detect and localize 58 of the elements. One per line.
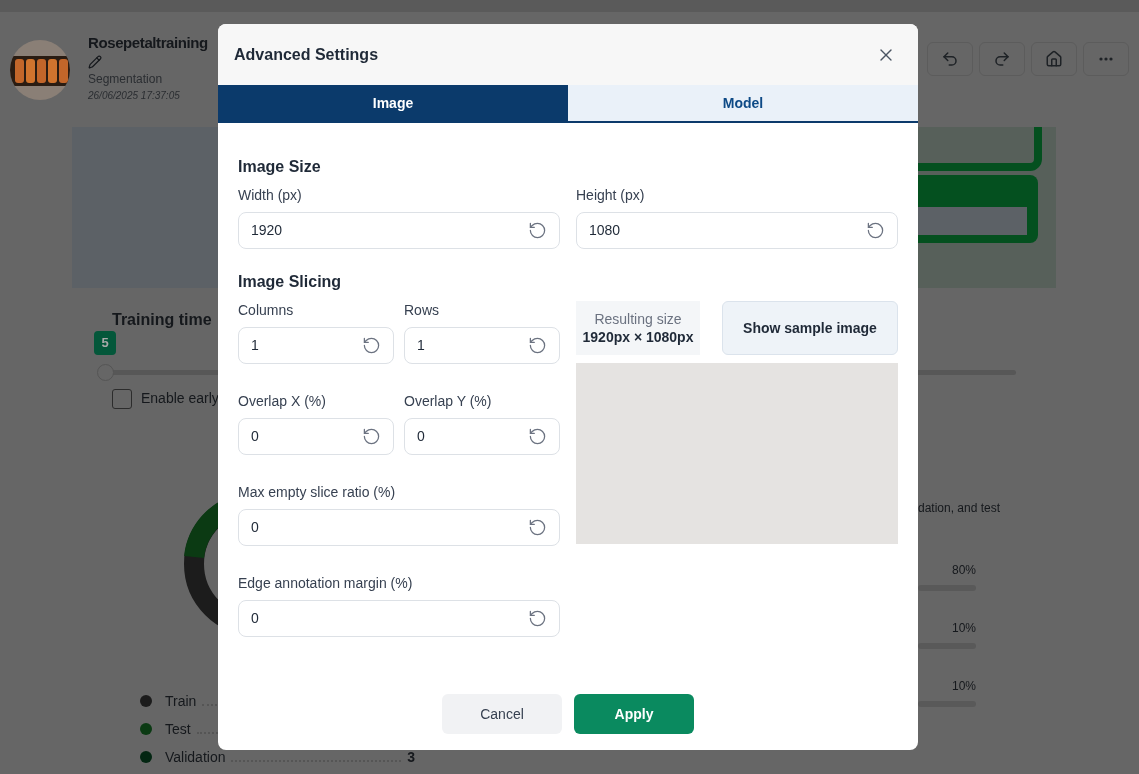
tab[interactable]: Model xyxy=(568,85,918,121)
field-label: Width (px) xyxy=(238,186,303,204)
number-field[interactable]: 1080 xyxy=(576,212,898,249)
section-heading: Image Size xyxy=(238,157,322,177)
reset-icon[interactable] xyxy=(528,609,547,628)
apply-button[interactable]: Apply xyxy=(574,694,694,734)
show-sample-button[interactable]: Show sample image xyxy=(722,301,898,355)
number-field[interactable]: 1 xyxy=(404,327,560,364)
tab[interactable]: Image xyxy=(218,85,568,121)
legend-label: Train xyxy=(165,691,197,711)
field-label: Height (px) xyxy=(576,186,646,204)
dialog-title: Advanced Settings xyxy=(234,44,379,65)
field-label: Edge annotation margin (%) xyxy=(238,574,414,592)
legend-value: 3 xyxy=(407,747,415,767)
reset-icon[interactable] xyxy=(362,336,381,355)
slider-value: 5 xyxy=(94,331,116,355)
more-icon xyxy=(1099,57,1113,61)
field-label: Columns xyxy=(238,301,295,319)
project-type: Segmentation xyxy=(88,71,163,87)
section-title: Training time xyxy=(112,310,212,330)
project-date: 26/06/2025 17:37:05 xyxy=(88,89,180,103)
home-button[interactable] xyxy=(1031,42,1077,76)
home-icon xyxy=(1045,50,1063,68)
field-label: Max empty slice ratio (%) xyxy=(238,483,397,501)
result-value: 1920px × 1080px xyxy=(582,328,694,346)
share-percent: 80% xyxy=(951,563,976,577)
field-label: Overlap Y (%) xyxy=(404,392,493,410)
reset-icon[interactable] xyxy=(528,221,547,240)
legend-label: Validation xyxy=(165,747,226,767)
checkbox[interactable] xyxy=(112,388,132,409)
share-percent: 10% xyxy=(951,679,976,693)
legend-label: Test xyxy=(165,719,191,739)
number-field[interactable]: 1920 xyxy=(238,212,560,249)
field-label: Rows xyxy=(404,301,440,319)
reset-icon[interactable] xyxy=(528,336,547,355)
share-bar xyxy=(918,701,976,707)
share-bar xyxy=(918,643,976,649)
redo-icon xyxy=(993,50,1011,68)
share-bar xyxy=(918,585,976,591)
number-field[interactable]: 0 xyxy=(404,418,560,455)
pencil-icon[interactable] xyxy=(88,55,102,69)
result-label: Resulting size xyxy=(594,310,682,328)
split-description: dation, and test xyxy=(918,500,1001,517)
reset-icon[interactable] xyxy=(362,427,381,446)
number-field[interactable]: 0 xyxy=(238,418,394,455)
reset-icon[interactable] xyxy=(866,221,885,240)
number-field[interactable]: 0 xyxy=(238,509,560,546)
checkbox-label: Enable early xyxy=(141,389,219,408)
share-percent: 10% xyxy=(951,621,976,635)
undo-icon xyxy=(941,50,959,68)
reset-icon[interactable] xyxy=(528,427,547,446)
project-title: Rosepetaltraining xyxy=(88,33,208,53)
field-label: Overlap X (%) xyxy=(238,392,327,410)
section-heading: Image Slicing xyxy=(238,272,343,292)
number-field[interactable]: 1 xyxy=(238,327,394,364)
cancel-button[interactable]: Cancel xyxy=(442,694,562,734)
number-field[interactable]: 0 xyxy=(238,600,560,637)
reset-icon[interactable] xyxy=(528,518,547,537)
